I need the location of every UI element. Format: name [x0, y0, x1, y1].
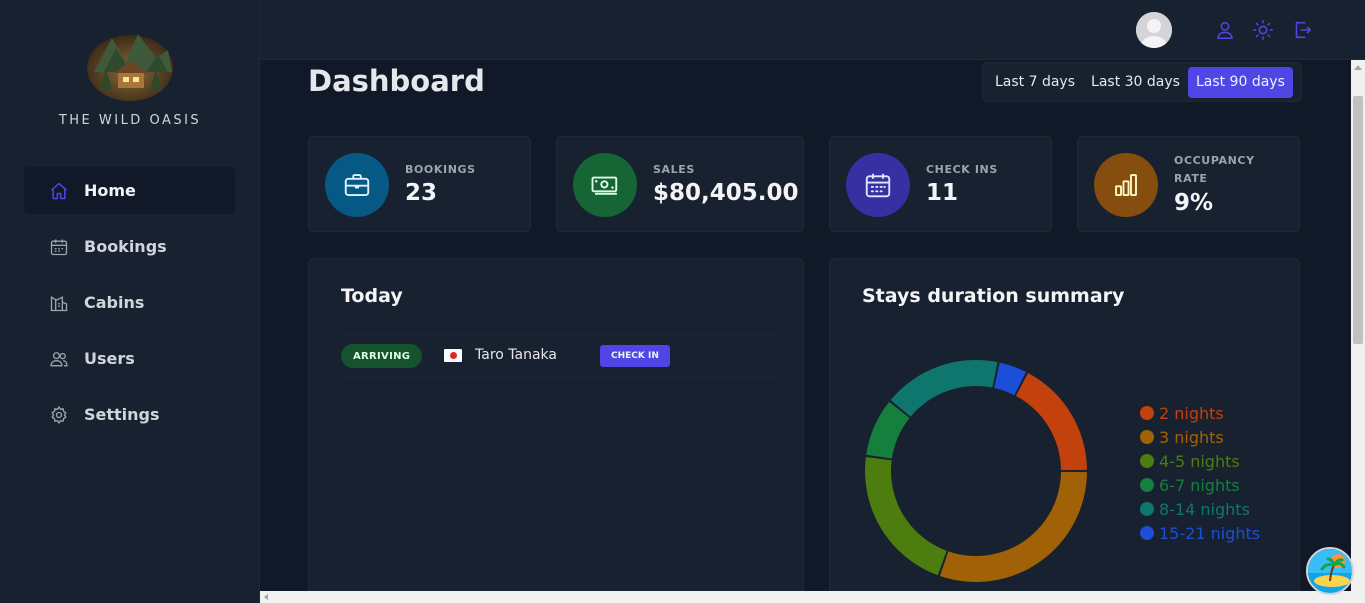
sidebar-item-cabins[interactable]: Cabins: [24, 279, 235, 326]
scroll-left-icon[interactable]: [264, 594, 268, 600]
date-range-filter: Last 7 days Last 30 days Last 90 days: [982, 62, 1302, 102]
sidebar-item-settings[interactable]: Settings: [24, 391, 235, 438]
sidebar-item-label: Cabins: [84, 293, 145, 312]
calendar-days-icon: [846, 153, 910, 217]
top-header: [260, 0, 1365, 60]
filter-last-30-days[interactable]: Last 30 days: [1083, 67, 1188, 98]
horizontal-scrollbar[interactable]: [260, 591, 1365, 603]
today-title: Today: [341, 285, 403, 307]
cabin-icon: [48, 292, 70, 314]
legend-label: 3 nights: [1159, 427, 1224, 447]
brand-name: THE WILD OASIS: [58, 113, 202, 128]
logout-icon[interactable]: [1291, 19, 1313, 41]
donut-slice-6-7-nights[interactable]: [866, 401, 910, 459]
sidebar-item-bookings[interactable]: Bookings: [24, 223, 235, 270]
chart-legend: 2 nights 3 nights 4-5 nights 6-7 nights 8-14…: [1140, 401, 1260, 545]
sidebar-item-label: Settings: [84, 405, 160, 424]
stat-card-sales: Sales $80,405.00: [556, 136, 804, 232]
sun-icon[interactable]: [1252, 19, 1274, 41]
page-title: Dashboard: [308, 64, 485, 98]
stat-label: Check ins: [926, 163, 998, 176]
guest-name: Taro Tanaka: [475, 347, 557, 363]
stat-card-bookings: Bookings 23: [308, 136, 531, 232]
stat-label: Sales: [653, 163, 695, 176]
home-icon: [48, 180, 70, 202]
legend-item: 2 nights: [1140, 401, 1260, 425]
gear-icon: [48, 404, 70, 426]
stat-card-occupancy: Occupancy rate 9%: [1077, 136, 1300, 232]
legend-item: 8-14 nights: [1140, 497, 1260, 521]
japan-flag-icon: [444, 349, 462, 362]
filter-last-90-days[interactable]: Last 90 days: [1187, 66, 1293, 98]
legend-item: 15-21 nights: [1140, 521, 1260, 545]
stays-title: Stays duration summary: [862, 285, 1125, 307]
main-content: Dashboard Last 7 days Last 30 days Last …: [260, 60, 1351, 591]
sidebar-item-label: Home: [84, 181, 136, 200]
vertical-scrollbar[interactable]: [1351, 60, 1365, 591]
status-badge: ARRIVING: [341, 344, 423, 368]
legend-item: 3 nights: [1140, 425, 1260, 449]
briefcase-icon: [325, 153, 389, 217]
sidebar-item-users[interactable]: Users: [24, 335, 235, 382]
stat-value: 9%: [1174, 190, 1214, 216]
legend-swatch: [1140, 502, 1154, 516]
stat-value: 11: [926, 180, 959, 206]
user-icon[interactable]: [1214, 19, 1236, 41]
scrollbar-thumb[interactable]: [1353, 96, 1363, 344]
sidebar-item-label: Bookings: [84, 237, 167, 256]
stat-value: 23: [405, 180, 438, 206]
donut-slice-8-14-nights[interactable]: [890, 360, 998, 417]
stays-duration-panel: Stays duration summary 2 nights 3 nights 4…: [829, 258, 1300, 591]
legend-item: 4-5 nights: [1140, 449, 1260, 473]
sidebar-item-label: Users: [84, 349, 135, 368]
legend-label: 6-7 nights: [1159, 475, 1240, 495]
scroll-up-icon[interactable]: [1354, 65, 1362, 70]
stat-value: $80,405.00: [653, 180, 799, 206]
legend-swatch: [1140, 406, 1154, 420]
stays-donut-chart: [865, 360, 1087, 582]
donut-slice-2-nights[interactable]: [1015, 372, 1087, 471]
legend-item: 6-7 nights: [1140, 473, 1260, 497]
list-item: ARRIVING Taro Tanaka CHECK IN: [341, 334, 773, 378]
legend-label: 2 nights: [1159, 403, 1224, 423]
chart-bar-icon: [1094, 153, 1158, 217]
stat-label: Occupancy rate: [1174, 154, 1255, 185]
today-panel: Today ARRIVING Taro Tanaka CHECK IN: [308, 258, 804, 591]
island-badge-icon[interactable]: [1306, 547, 1354, 595]
main-nav: Home Bookings Cabins Users Settings: [24, 167, 235, 447]
avatar[interactable]: [1136, 12, 1172, 48]
donut-slice-3-nights[interactable]: [939, 471, 1087, 582]
banknotes-icon: [573, 153, 637, 217]
filter-last-7-days[interactable]: Last 7 days: [987, 67, 1083, 98]
logo: [86, 28, 174, 102]
stat-label: Bookings: [405, 163, 476, 176]
legend-swatch: [1140, 526, 1154, 540]
legend-swatch: [1140, 430, 1154, 444]
legend-label: 15-21 nights: [1159, 523, 1261, 543]
check-in-button[interactable]: CHECK IN: [600, 345, 670, 367]
donut-slice-4-5-nights[interactable]: [865, 457, 947, 576]
legend-swatch: [1140, 478, 1154, 492]
sidebar: THE WILD OASIS Home Bookings Cabins User…: [0, 0, 260, 603]
stat-card-check-ins: Check ins 11: [829, 136, 1052, 232]
legend-label: 8-14 nights: [1159, 499, 1250, 519]
sidebar-item-home[interactable]: Home: [24, 167, 235, 214]
legend-label: 4-5 nights: [1159, 451, 1240, 471]
users-icon: [48, 348, 70, 370]
legend-swatch: [1140, 454, 1154, 468]
calendar-icon: [48, 236, 70, 258]
